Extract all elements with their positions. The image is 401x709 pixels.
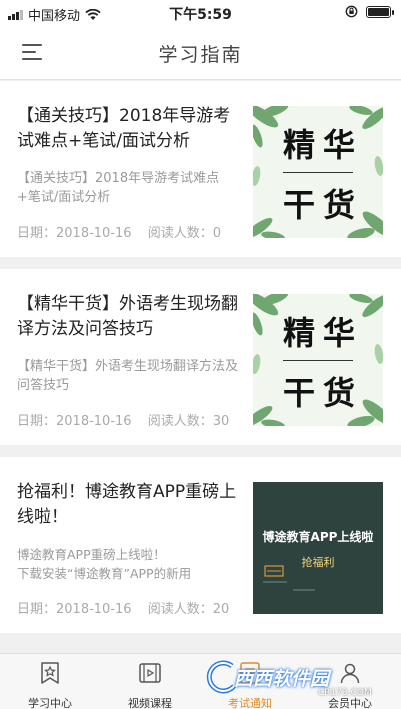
battery-icon: [366, 5, 394, 18]
tab-label: 视频课程: [128, 697, 172, 709]
tab-video-courses[interactable]: 视频课程: [100, 654, 200, 709]
article-card[interactable]: 【精华干货】外语考生现场翻译方法及问答技巧 【精华干货】外语考生现场翻译方法及问…: [0, 269, 401, 445]
article-thumbnail: 精 华 干 货: [253, 294, 383, 426]
date-label: 日期：2018-10-16: [17, 414, 132, 429]
tab-study-center[interactable]: 学习中心: [0, 654, 100, 709]
thumb-char: 华: [323, 314, 356, 352]
thumb-char: 干: [283, 186, 316, 224]
article-summary: 【通关技巧】2018年导游考试难点+笔试/面试分析: [17, 171, 220, 205]
reads-label: 阅读人数：30: [147, 414, 230, 429]
article-summary: 【精华干货】外语考生现场翻译方法及问答技巧: [17, 359, 239, 393]
star-page-icon: [41, 662, 59, 684]
thumb-char: 精: [283, 314, 316, 352]
reads-label: 阅读人数：0: [147, 226, 222, 241]
article-summary: 博途教育APP重磅上线啦！ 下载安装“博途教育”APP的新用: [17, 547, 192, 581]
article-title: 【通关技巧】2018年导游考试难点+笔试/面试分析: [17, 106, 231, 151]
thumb-char: 干: [283, 374, 316, 412]
rotation-lock-icon: [345, 5, 358, 18]
thumb-char: 货: [323, 186, 356, 224]
watermark-logo: 西西软件园 CR173.COM: [200, 658, 400, 698]
watermark-text: 西西软件园: [234, 668, 330, 690]
date-label: 日期：2018-10-16: [17, 602, 132, 617]
article-meta: 日期：2018-10-16 阅读人数：0: [17, 222, 245, 241]
article-card[interactable]: 【通关技巧】2018年导游考试难点+笔试/面试分析 【通关技巧】2018年导游考…: [0, 81, 401, 257]
article-list: 【通关技巧】2018年导游考试难点+笔试/面试分析 【通关技巧】2018年导游考…: [0, 81, 401, 645]
thumb-char: 货: [323, 374, 356, 412]
thumb-divider: [283, 360, 353, 361]
date-label: 日期：2018-10-16: [17, 226, 132, 241]
thumb-char: 华: [323, 126, 356, 164]
reads-label: 阅读人数：20: [147, 602, 230, 617]
video-icon: [139, 663, 161, 683]
status-time: 下午5:59: [169, 7, 232, 23]
page-title: 学习指南: [158, 44, 243, 66]
article-meta: 日期：2018-10-16 阅读人数：30: [17, 410, 245, 429]
thumb-title: 博途教育APP上线啦: [262, 530, 374, 544]
nav-bar: 学习指南: [0, 26, 401, 80]
article-title: 【精华干货】外语考生现场翻译方法及问答技巧: [17, 294, 238, 339]
watermark-domain: CR173.COM: [318, 688, 372, 698]
status-right: [345, 5, 394, 18]
article-card[interactable]: 抢福利！博途教育APP重磅上线啦！ 博途教育APP重磅上线啦！ 下载安装“博途教…: [0, 457, 401, 633]
thumb-char: 精: [283, 126, 316, 164]
article-meta: 日期：2018-10-16 阅读人数：20: [17, 598, 245, 617]
tab-label: 学习中心: [28, 697, 72, 709]
status-bar: 中国移动 下午5:59: [0, 0, 401, 26]
tab-bar: 学习中心 视频课程 考试通知 会员中心 西西软件园 CR173.COM: [0, 653, 401, 709]
article-thumbnail: 博途教育APP上线啦 抢福利: [253, 482, 383, 614]
article-thumbnail: 精 华 干 货: [253, 106, 383, 238]
article-title: 抢福利！博途教育APP重磅上线啦！: [17, 482, 237, 527]
thumb-divider: [283, 172, 353, 173]
thumb-subtitle: 抢福利: [301, 556, 335, 569]
chalkboard-decoration: [253, 482, 383, 614]
